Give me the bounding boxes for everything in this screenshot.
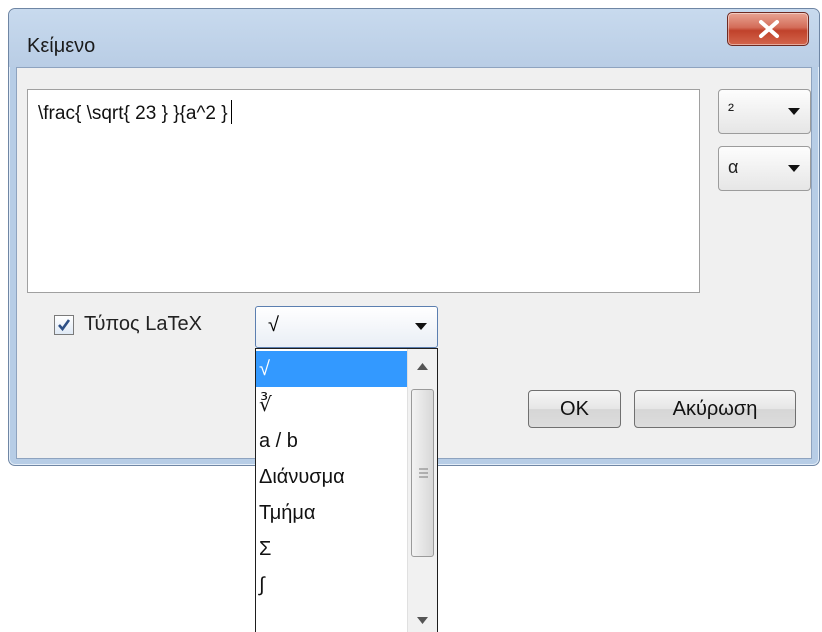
- chevron-down-icon: [788, 108, 800, 115]
- close-button[interactable]: [727, 12, 809, 46]
- dropdown-item-segment[interactable]: Τμήμα: [256, 495, 408, 531]
- text-caret: [230, 100, 232, 124]
- greek-letters-combo[interactable]: α: [718, 146, 811, 191]
- dropdown-scrollbar[interactable]: [407, 349, 437, 632]
- scroll-up-arrow-icon[interactable]: [417, 363, 428, 370]
- latex-combo-selected: √: [268, 314, 279, 336]
- chevron-down-icon: [415, 323, 427, 330]
- latex-symbol-combo[interactable]: √: [255, 306, 438, 348]
- dialog-title: Κείμενο: [27, 35, 96, 57]
- scrollbar-thumb[interactable]: [411, 389, 434, 557]
- dropdown-item-vector[interactable]: Διάνυσμα: [256, 459, 408, 495]
- superscript-combo[interactable]: ²: [718, 89, 811, 134]
- latex-checkbox-label[interactable]: Τύπος LaTeX: [84, 313, 202, 336]
- ok-button[interactable]: OK: [528, 390, 621, 428]
- title-bar[interactable]: Κείμενο: [9, 9, 819, 67]
- editor-text: \frac{ \sqrt{ 23 } }{a^2 }: [38, 103, 228, 124]
- dropdown-item-cbrt[interactable]: ∛: [256, 387, 408, 423]
- superscript-combo-label: ²: [728, 100, 734, 120]
- close-icon: [759, 20, 779, 38]
- scroll-grip-icon: [419, 468, 428, 478]
- scroll-down-arrow-icon[interactable]: [417, 617, 428, 624]
- dropdown-item-sum[interactable]: Σ: [256, 531, 408, 567]
- dropdown-item-fraction[interactable]: a / b: [256, 423, 408, 459]
- latex-symbol-dropdown-list[interactable]: √ ∛ a / b Διάνυσμα Τμήμα Σ ∫: [255, 348, 438, 632]
- dropdown-item-integral[interactable]: ∫: [256, 567, 408, 603]
- dropdown-item-sqrt[interactable]: √: [256, 351, 408, 387]
- greek-combo-label: α: [728, 157, 739, 177]
- checkmark-icon: [58, 319, 71, 332]
- cancel-button[interactable]: Ακύρωση: [634, 390, 796, 428]
- latex-text-editor[interactable]: \frac{ \sqrt{ 23 } }{a^2 }: [27, 89, 700, 293]
- latex-checkbox[interactable]: [54, 315, 74, 335]
- chevron-down-icon: [788, 165, 800, 172]
